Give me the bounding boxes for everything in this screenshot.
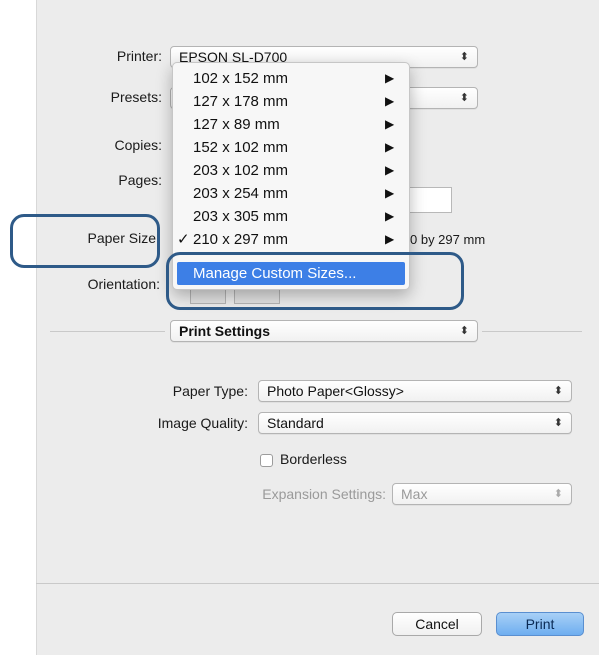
menu-item-102x152[interactable]: 102 x 152 mm ▶ (173, 67, 409, 90)
popup-arrows-icon: ⬍ (459, 51, 469, 63)
menu-item-203x305[interactable]: 203 x 305 mm ▶ (173, 205, 409, 228)
menu-item-label: 203 x 102 mm (193, 162, 289, 179)
section-divider-left (50, 331, 165, 332)
menu-item-210x297[interactable]: ✓ 210 x 297 mm ▶ (173, 228, 409, 251)
presets-label: Presets: (110, 89, 162, 105)
popup-arrows-icon: ⬍ (553, 488, 563, 500)
expansion-settings-popup[interactable]: Max ⬍ (392, 483, 572, 505)
pages-label: Pages: (118, 172, 162, 188)
menu-item-127x178[interactable]: 127 x 178 mm ▶ (173, 90, 409, 113)
menu-item-label: 210 x 297 mm (193, 231, 289, 248)
menu-item-label: 152 x 102 mm (193, 139, 289, 156)
menu-item-203x254[interactable]: 203 x 254 mm ▶ (173, 182, 409, 205)
check-icon: ✓ (177, 231, 190, 248)
popup-arrows-icon: ⬍ (459, 92, 469, 104)
menu-item-label: 102 x 152 mm (193, 70, 289, 87)
menu-item-label: 203 x 305 mm (193, 208, 289, 225)
menu-item-label: 203 x 254 mm (193, 185, 289, 202)
image-quality-value: Standard (267, 415, 324, 431)
paper-type-label: Paper Type: (172, 383, 248, 399)
print-settings-value: Print Settings (179, 323, 271, 339)
menu-item-127x89[interactable]: 127 x 89 mm ▶ (173, 113, 409, 136)
submenu-arrow-icon: ▶ (385, 140, 395, 154)
menu-item-203x102[interactable]: 203 x 102 mm ▶ (173, 159, 409, 182)
submenu-arrow-icon: ▶ (385, 117, 395, 131)
cancel-button[interactable]: Cancel (392, 612, 482, 636)
borderless-checkbox[interactable] (260, 454, 273, 467)
popup-arrows-icon: ⬍ (553, 385, 563, 397)
printer-label: Printer: (116, 48, 162, 64)
borderless-label: Borderless (280, 451, 347, 467)
submenu-arrow-icon: ▶ (385, 209, 395, 223)
image-quality-popup[interactable]: Standard ⬍ (258, 412, 572, 434)
image-quality-label: Image Quality: (157, 415, 248, 431)
manage-custom-sizes-highlight (166, 252, 464, 310)
submenu-arrow-icon: ▶ (385, 71, 395, 85)
paper-size-label-highlight (10, 214, 160, 268)
section-divider-right (482, 331, 582, 332)
paper-type-popup[interactable]: Photo Paper<Glossy> ⬍ (258, 380, 572, 402)
menu-item-label: 127 x 89 mm (193, 116, 280, 133)
paper-size-dimensions: 0 by 297 mm (410, 232, 486, 247)
expansion-settings-value: Max (401, 486, 428, 502)
popup-arrows-icon: ⬍ (459, 325, 469, 337)
submenu-arrow-icon: ▶ (385, 232, 395, 246)
menu-item-label: 127 x 178 mm (193, 93, 289, 110)
submenu-arrow-icon: ▶ (385, 186, 395, 200)
popup-arrows-icon: ⬍ (553, 417, 563, 429)
orientation-label: Orientation: (87, 276, 160, 292)
print-dialog: Printer: EPSON SL-D700 ⬍ Presets: ⬍ Copi… (0, 0, 599, 655)
menu-item-152x102[interactable]: 152 x 102 mm ▶ (173, 136, 409, 159)
print-settings-popup[interactable]: Print Settings ⬍ (170, 320, 478, 342)
print-button[interactable]: Print (496, 612, 584, 636)
expansion-settings-label: Expansion Settings: (262, 486, 386, 502)
submenu-arrow-icon: ▶ (385, 163, 395, 177)
paper-type-value: Photo Paper<Glossy> (267, 383, 404, 399)
copies-label: Copies: (114, 137, 162, 153)
bottom-divider (36, 583, 599, 584)
submenu-arrow-icon: ▶ (385, 94, 395, 108)
